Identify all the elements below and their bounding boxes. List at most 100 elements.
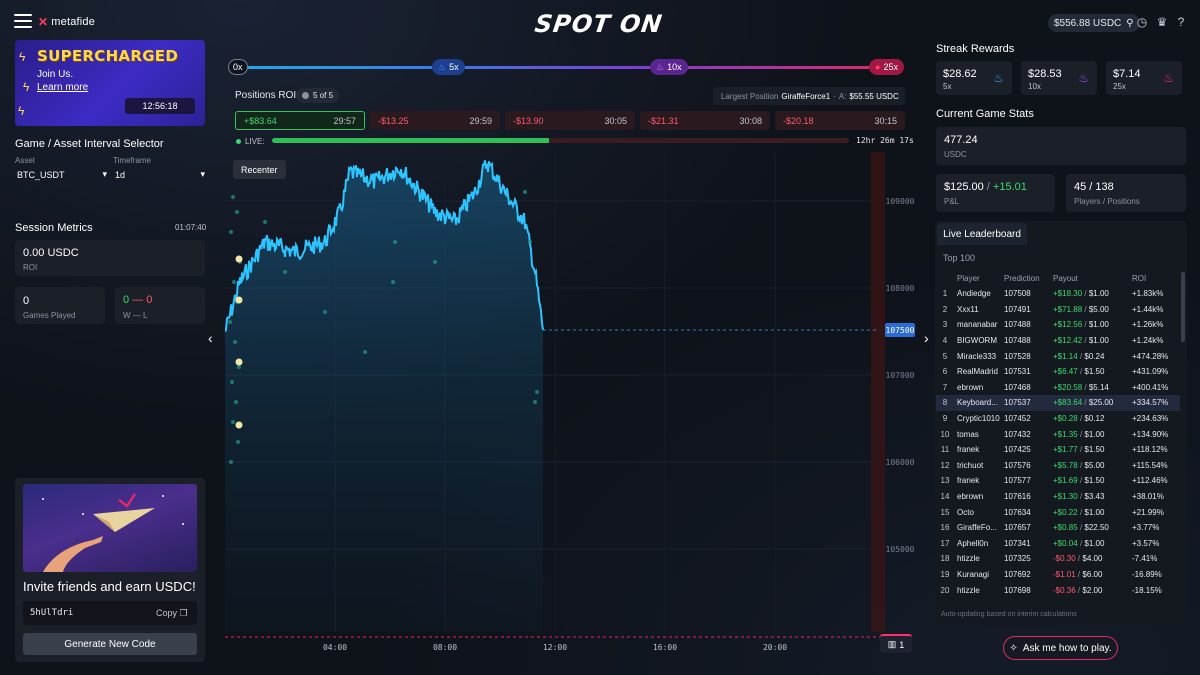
leaderboard-row[interactable]: 13 franek 107577 +$1.69 / $1.50 +112.46% xyxy=(936,473,1180,489)
position-card[interactable]: +$83.64 29:57 xyxy=(235,111,365,130)
payout: +$1.69 / $1.50 xyxy=(1050,473,1129,489)
position-roi: -$13.25 xyxy=(378,115,409,126)
promo-banner[interactable]: ϟ ϟ ϟ SUPERCHARGED Join Us. Learn more 1… xyxy=(15,40,205,126)
chevron-right-icon[interactable]: › xyxy=(924,330,929,346)
lightning-icon: ϟ xyxy=(23,80,30,94)
payout-value: +$5.78 xyxy=(1053,460,1078,470)
payout-value: +$0.28 xyxy=(1053,414,1078,424)
leaderboard-row[interactable]: 4 BIGWORM 107488 +$12.42 / $1.00 +1.24k% xyxy=(936,333,1180,349)
lightning-icon: ϟ xyxy=(18,104,25,118)
help-icon[interactable]: ? xyxy=(1173,14,1189,30)
prediction-dot xyxy=(236,440,240,444)
generate-code-button[interactable]: Generate New Code xyxy=(23,633,197,655)
player-name: htizzle xyxy=(957,554,980,564)
leaderboard-row[interactable]: 11 franek 107425 +$1.77 / $1.50 +118.12% xyxy=(936,442,1180,458)
timeframe-select[interactable]: 1d ▾ xyxy=(115,169,205,180)
ask-help-button[interactable]: ✧ Ask me how to play. xyxy=(1003,636,1118,660)
user-prediction-dot[interactable] xyxy=(235,296,243,304)
players-value: 45 / 138 xyxy=(1074,181,1114,193)
game-stats-title: Current Game Stats xyxy=(936,108,1034,120)
stake-value: $5.14 xyxy=(1088,382,1109,392)
leaderboard-row[interactable]: 12 trichuot 107576 +$5.78 / $5.00 +115.54% xyxy=(936,458,1180,474)
player-name: franek xyxy=(957,445,980,455)
leaderboard-row[interactable]: 19 Kuranagi 107692 -$1.01 / $6.00 -16.89% xyxy=(936,567,1180,583)
menu-icon[interactable] xyxy=(14,14,32,28)
pnl-card: $125.00 / +15.01 P&L xyxy=(936,174,1055,212)
leaderboard-row[interactable]: 10 tomas 107432 +$1.35 / $1.00 +134.90% xyxy=(936,426,1180,442)
leaderboard-row[interactable]: 15 Octo 107634 +$0.22 / $1.00 +21.99% xyxy=(936,504,1180,520)
prediction: 107537 xyxy=(1001,395,1050,411)
leaderboard-row[interactable]: 5 Miracle333 107528 +$1.14 / $0.24 +474.28% xyxy=(936,348,1180,364)
prediction-dot xyxy=(229,230,233,234)
leaderboard-row[interactable]: 20 htizzle 107698 -$0.36 / $2.00 -18.15% xyxy=(936,582,1180,598)
multiplier-25x-label: 25x xyxy=(883,62,898,72)
prediction-dot xyxy=(533,400,537,404)
leaderboard-row[interactable]: 6 RealMadrid 107531 +$6.47 / $1.50 +431.09% xyxy=(936,364,1180,380)
payout-value: +$1.14 xyxy=(1053,351,1078,361)
streak-mult: 5x xyxy=(943,82,952,91)
position-card[interactable]: -$13.25 29:59 xyxy=(370,111,500,130)
brand-x-icon: ✕ xyxy=(38,15,49,29)
prediction-dot xyxy=(231,420,235,424)
leaderboard-scrollbar[interactable] xyxy=(1181,272,1185,342)
leaderboard-row[interactable]: 7 ebrown 107468 +$20.58 / $5.14 +400.41% xyxy=(936,380,1180,396)
badge-count: 1 xyxy=(899,639,905,650)
payout: +$5.78 / $5.00 xyxy=(1050,458,1129,474)
streak-card: $28.53 10x ♨ xyxy=(1021,61,1097,95)
leaderboard-row[interactable]: 14 ebrown 107616 +$1.30 / $3.43 +38.01% xyxy=(936,489,1180,505)
roi: +118.12% xyxy=(1132,445,1168,455)
rank: 20 xyxy=(940,585,950,595)
history-icon[interactable]: ◷ xyxy=(1134,14,1150,30)
copy-button[interactable]: Copy ❐ xyxy=(156,608,188,619)
price-chart[interactable]: 109000 108000 107000 106000 105000 04:00 08:0… xyxy=(225,152,915,652)
rank: 15 xyxy=(940,507,950,517)
payout-value: +$71.88 xyxy=(1053,304,1083,314)
players-card: 45 / 138 Players / Positions xyxy=(1066,174,1186,212)
timeframe-value: 1d xyxy=(115,169,126,180)
promo-link[interactable]: Learn more xyxy=(37,82,88,93)
user-prediction-dot[interactable] xyxy=(235,421,243,429)
invite-code: 5hUlTdri xyxy=(30,608,74,618)
tab-live-leaderboard[interactable]: Live Leaderboard xyxy=(937,223,1027,245)
asset-select[interactable]: BTC_USDT ▾ xyxy=(17,169,107,180)
flame-icon: ♨ xyxy=(656,61,665,72)
user-prediction-dot[interactable] xyxy=(235,255,243,263)
prediction: 107692 xyxy=(1004,569,1031,579)
recenter-button[interactable]: Recenter xyxy=(233,160,286,179)
player-name: htizzle xyxy=(957,585,980,595)
payout-sep: / xyxy=(1079,351,1083,361)
positions-chart-badge[interactable]: ▥ 1 xyxy=(880,634,912,653)
asset-label: Asset xyxy=(15,156,36,165)
position-card[interactable]: -$13.90 30:05 xyxy=(505,111,635,130)
payout-value: +$18.30 xyxy=(1053,289,1083,299)
leaderboard-row[interactable]: 16 GiraffeFo... 107657 +$0.85 / $22.50 +3.77… xyxy=(936,520,1180,536)
balance-badge[interactable]: $556.88 USDC ⚲ xyxy=(1048,14,1140,32)
leaderboard-row[interactable]: 17 Aphell0n 107341 +$0.04 / $1.00 +3.57% xyxy=(936,536,1180,552)
roi: -18.15% xyxy=(1132,585,1162,595)
user-icon: ⚲ xyxy=(1126,17,1134,29)
prediction-dot xyxy=(235,210,239,214)
user-prediction-dot[interactable] xyxy=(235,358,243,366)
roi-value: 0.00 USDC xyxy=(23,247,79,259)
largest-label: Largest Position xyxy=(721,91,779,101)
stake-value: $1.00 xyxy=(1088,320,1109,330)
payout-value: +$1.35 xyxy=(1053,429,1078,439)
streak-value: $28.53 xyxy=(1028,68,1062,80)
chevron-left-icon[interactable]: ‹ xyxy=(208,330,213,346)
leaderboard-row[interactable]: 9 Cryptic1010 107452 +$0.28 / $0.12 +234.63% xyxy=(936,411,1180,427)
leaderboard-row[interactable]: 3 mananabar 107488 +$12.56 / $1.00 +1.26k% xyxy=(936,317,1180,333)
streak-mult: 10x xyxy=(1028,82,1041,91)
rank: 6 xyxy=(942,367,948,377)
leaderboard-row[interactable]: 18 htizzle 107325 -$0.30 / $4.00 -7.41% xyxy=(936,551,1180,567)
y-tick-label: 108000 xyxy=(886,284,915,293)
position-card[interactable]: -$20.18 30:15 xyxy=(775,111,905,130)
prediction-dot xyxy=(323,310,327,314)
trophy-icon[interactable]: ♛ xyxy=(1154,14,1170,30)
leaderboard-row[interactable]: 1 Andiedge 107508 +$18.30 / $1.00 +1.83k% xyxy=(936,286,1180,302)
position-card[interactable]: -$21.31 30:08 xyxy=(640,111,770,130)
prediction-dot xyxy=(528,240,532,244)
payout: +$1.35 / $1.00 xyxy=(1050,426,1129,442)
leaderboard-row[interactable]: 2 Xxx11 107491 +$71.88 / $5.00 +1.44k% xyxy=(936,302,1180,318)
col-prediction: Prediction xyxy=(1004,274,1040,283)
leaderboard-row[interactable]: 8 Keyboard... 107537 +$83.64 / $25.00 +334.5… xyxy=(936,395,1180,411)
